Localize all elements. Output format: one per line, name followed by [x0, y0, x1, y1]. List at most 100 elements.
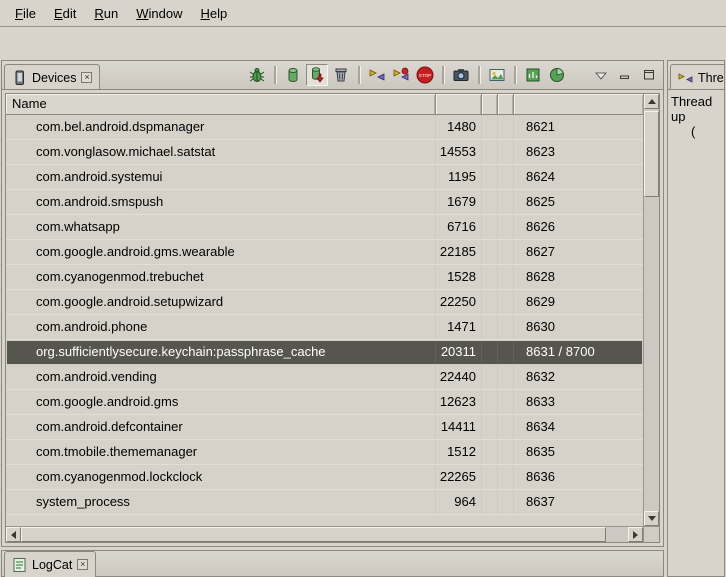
header-spacer-2[interactable]	[498, 94, 514, 115]
horizontal-scroll-thumb[interactable]	[21, 527, 606, 542]
table-row[interactable]: system_process 964 8637	[6, 490, 643, 515]
menu-item[interactable]: Edit	[45, 3, 85, 24]
row-spacer-1	[482, 265, 498, 289]
process-pid: 1471	[436, 315, 482, 339]
table-row[interactable]: com.cyanogenmod.lockclock 22265 8636	[6, 465, 643, 490]
process-pid: 12623	[436, 390, 482, 414]
left-column: Devices ×	[1, 60, 664, 577]
tab-logcat-label: LogCat	[32, 558, 72, 572]
tab-threads-label: Threa	[698, 71, 724, 85]
sysinfo-capture-icon[interactable]	[522, 64, 544, 86]
process-name: com.vonglasow.michael.satstat	[6, 140, 436, 164]
minimize-icon[interactable]	[614, 64, 636, 86]
toolbar-separator	[274, 66, 276, 84]
process-port: 8623	[514, 140, 643, 164]
row-spacer-2	[498, 465, 514, 489]
devices-view: Devices ×	[1, 60, 664, 547]
process-port: 8632	[514, 365, 643, 389]
row-spacer-1	[482, 340, 498, 364]
table-row[interactable]: com.vonglasow.michael.satstat 14553 8623	[6, 140, 643, 165]
process-pid: 22265	[436, 465, 482, 489]
table-row[interactable]: com.android.smspush 1679 8625	[6, 190, 643, 215]
vertical-scroll-thumb[interactable]	[644, 111, 659, 197]
tab-devices-label: Devices	[32, 71, 76, 85]
header-spacer-1[interactable]	[482, 94, 498, 115]
process-name: com.android.systemui	[6, 165, 436, 189]
menu-item[interactable]: Help	[191, 3, 236, 24]
menu-item[interactable]: Run	[85, 3, 127, 24]
table-row[interactable]: com.tmobile.thememanager 1512 8635	[6, 440, 643, 465]
row-spacer-1	[482, 215, 498, 239]
threads-view: Threa Thread up (	[667, 60, 725, 577]
horizontal-scroll-track[interactable]	[21, 527, 628, 542]
table-row[interactable]: com.bel.android.dspmanager 1480 8621	[6, 115, 643, 140]
row-spacer-2	[498, 115, 514, 139]
process-name: com.android.vending	[6, 365, 436, 389]
svg-text:STOP: STOP	[419, 73, 431, 78]
device-table-body: com.bel.android.dspmanager 1480 8621 com…	[6, 115, 643, 526]
tab-logcat[interactable]: LogCat ×	[4, 551, 96, 577]
toolbar-separator	[358, 66, 360, 84]
process-pid: 14411	[436, 415, 482, 439]
row-spacer-1	[482, 290, 498, 314]
table-row[interactable]: org.sufficientlysecure.keychain:passphra…	[6, 340, 643, 365]
scroll-down-icon[interactable]	[644, 511, 659, 526]
update-threads-icon[interactable]	[366, 64, 388, 86]
cause-gc-icon[interactable]	[330, 64, 352, 86]
screen-capture-icon[interactable]	[450, 64, 472, 86]
process-name: com.google.android.gms.wearable	[6, 240, 436, 264]
toolbar-separator	[442, 66, 444, 84]
tab-devices[interactable]: Devices ×	[4, 64, 100, 90]
process-port: 8629	[514, 290, 643, 314]
row-spacer-1	[482, 465, 498, 489]
process-port: 8631 / 8700	[514, 340, 643, 364]
header-pid[interactable]	[436, 94, 482, 115]
horizontal-scrollbar[interactable]	[6, 526, 643, 542]
table-row[interactable]: com.google.android.gms 12623 8633	[6, 390, 643, 415]
process-port: 8636	[514, 465, 643, 489]
table-row[interactable]: com.android.phone 1471 8630	[6, 315, 643, 340]
process-name: com.cyanogenmod.lockclock	[6, 465, 436, 489]
process-pid: 20311	[436, 340, 482, 364]
workbench-content: Devices ×	[0, 60, 726, 577]
row-spacer-2	[498, 265, 514, 289]
table-row[interactable]: com.android.vending 22440 8632	[6, 365, 643, 390]
table-row[interactable]: com.whatsapp 6716 8626	[6, 215, 643, 240]
stop-process-icon[interactable]: STOP	[414, 64, 436, 86]
update-heap-icon[interactable]	[282, 64, 304, 86]
device-icon	[12, 70, 27, 86]
debug-process-icon[interactable]	[246, 64, 268, 86]
vertical-scrollbar[interactable]	[643, 94, 659, 526]
row-spacer-2	[498, 290, 514, 314]
menu-item[interactable]: Window	[127, 3, 191, 24]
close-icon[interactable]: ×	[77, 559, 88, 570]
process-port: 8630	[514, 315, 643, 339]
screen-record-icon[interactable]	[486, 64, 508, 86]
table-row[interactable]: com.android.systemui 1195 8624	[6, 165, 643, 190]
logcat-view-strip: LogCat ×	[1, 550, 664, 577]
start-profiling-icon[interactable]	[390, 64, 412, 86]
maximize-icon[interactable]	[638, 64, 660, 86]
close-icon[interactable]: ×	[81, 72, 92, 83]
header-port[interactable]	[514, 94, 643, 115]
scroll-left-icon[interactable]	[6, 527, 21, 542]
table-row[interactable]: com.cyanogenmod.trebuchet 1528 8628	[6, 265, 643, 290]
menu-bar: FileEditRunWindowHelp	[0, 0, 726, 27]
dump-hprof-icon[interactable]	[306, 64, 328, 86]
row-spacer-2	[498, 315, 514, 339]
table-row[interactable]: com.google.android.setupwizard 22250 862…	[6, 290, 643, 315]
scroll-up-icon[interactable]	[644, 94, 659, 109]
scroll-right-icon[interactable]	[628, 527, 643, 542]
process-pid: 1480	[436, 115, 482, 139]
sysinfo-pie-icon[interactable]	[546, 64, 568, 86]
table-row[interactable]: com.android.defcontainer 14411 8634	[6, 415, 643, 440]
header-name[interactable]: Name	[6, 94, 436, 115]
view-menu-icon[interactable]	[590, 64, 612, 86]
tab-threads[interactable]: Threa	[670, 64, 724, 90]
menu-item[interactable]: File	[6, 3, 45, 24]
table-row[interactable]: com.google.android.gms.wearable 22185 86…	[6, 240, 643, 265]
process-name: com.bel.android.dspmanager	[6, 115, 436, 139]
row-spacer-1	[482, 115, 498, 139]
process-name: com.google.android.setupwizard	[6, 290, 436, 314]
device-table-main: Name com.bel.android.dspmanager 1480	[6, 94, 643, 526]
